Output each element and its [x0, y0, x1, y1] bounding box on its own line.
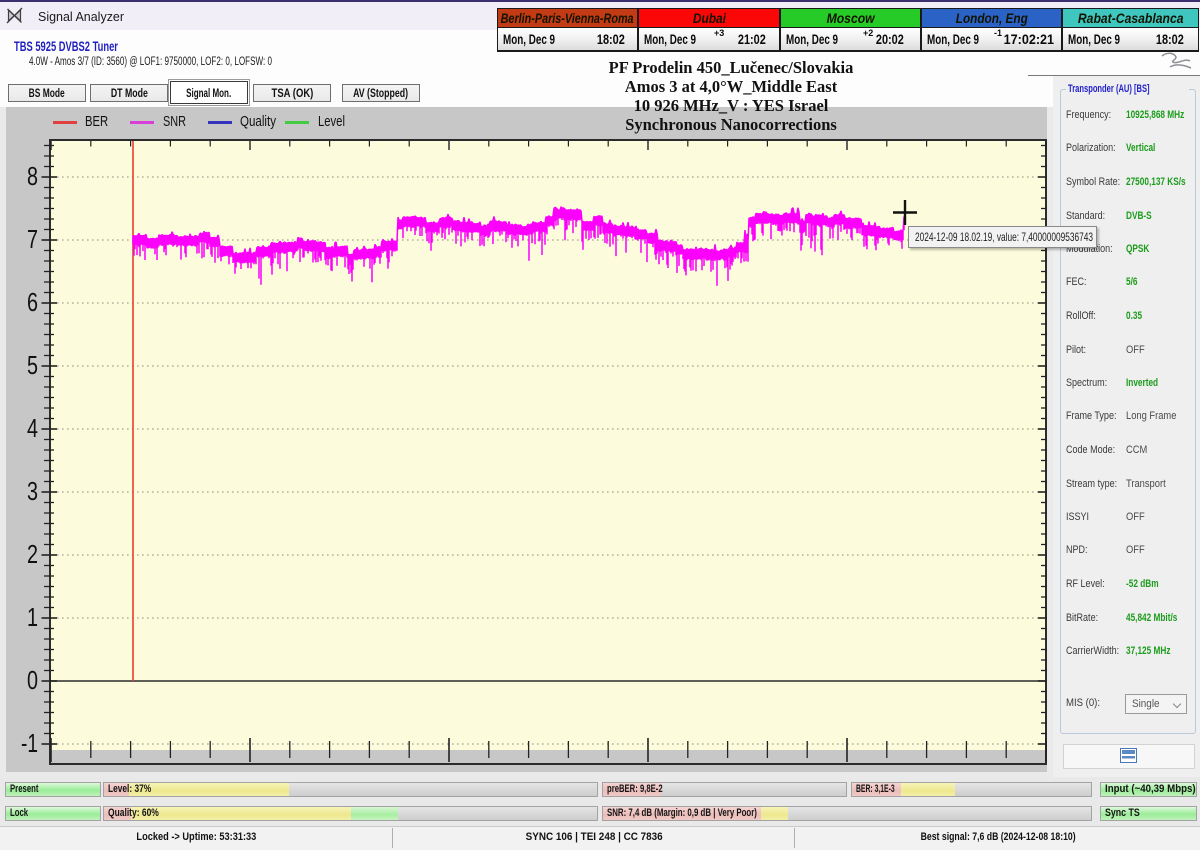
svg-text:3: 3 [27, 476, 38, 506]
svg-text:7: 7 [27, 224, 38, 254]
svg-text:8: 8 [27, 161, 38, 191]
svg-text:1: 1 [27, 602, 38, 632]
svg-text:0: 0 [27, 665, 38, 695]
svg-text:5: 5 [27, 350, 38, 380]
svg-text:-1: -1 [21, 728, 38, 758]
svg-text:2: 2 [27, 539, 38, 569]
svg-text:4: 4 [27, 413, 38, 443]
svg-text:6: 6 [27, 287, 38, 317]
